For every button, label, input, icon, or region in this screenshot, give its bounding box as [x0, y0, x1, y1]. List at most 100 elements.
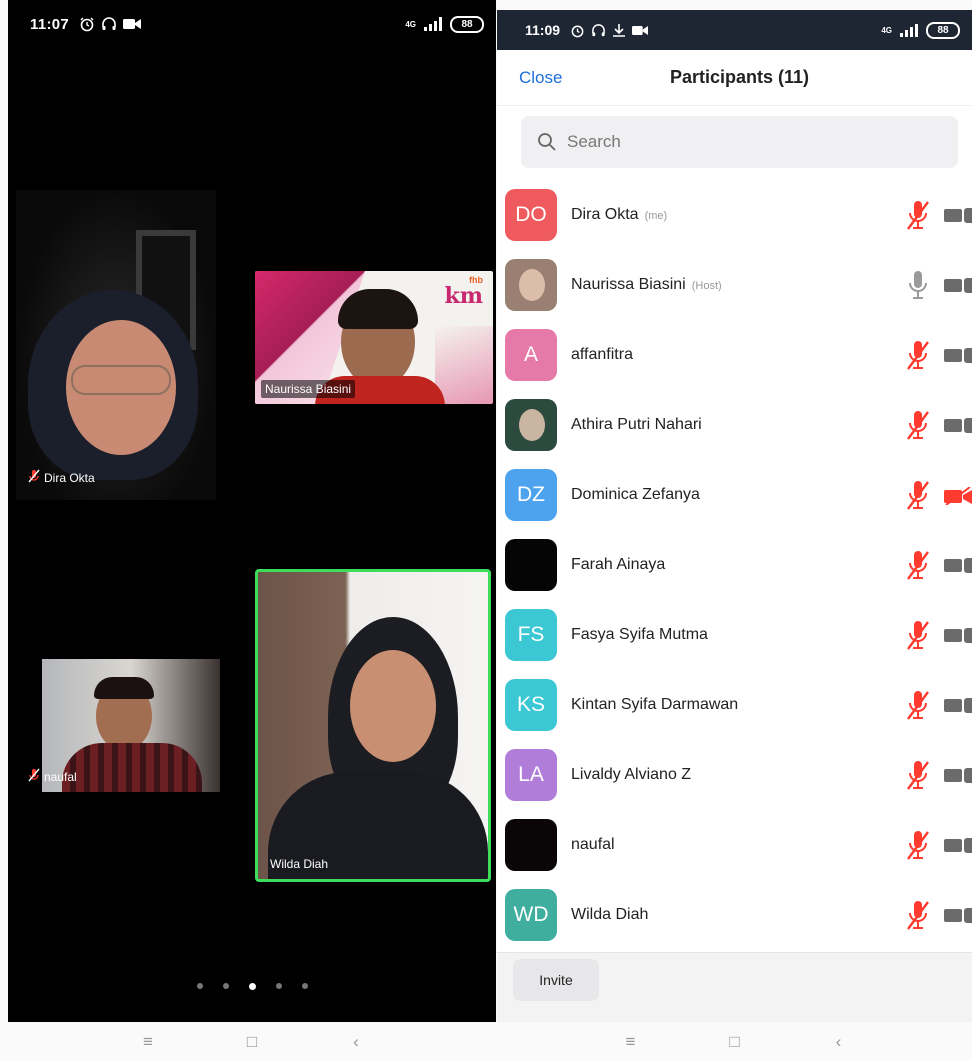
- page-dot-active[interactable]: [248, 983, 256, 990]
- camera-lens: [964, 558, 972, 573]
- participant-row[interactable]: Aaffanfitra: [497, 320, 972, 390]
- camera-body: [944, 839, 962, 852]
- mic-muted-icon[interactable]: [904, 479, 932, 511]
- mic-muted-icon[interactable]: [904, 619, 932, 651]
- mic-muted-icon[interactable]: [904, 689, 932, 721]
- video-off-icon[interactable]: [944, 347, 972, 363]
- headphones-icon: [592, 23, 605, 36]
- tile-name: Wilda Diah: [270, 857, 329, 871]
- video-off-icon[interactable]: [944, 627, 972, 643]
- participant-controls: [904, 810, 972, 880]
- tile-label-naufal: naufal: [24, 766, 81, 787]
- avatar-initials: DO: [515, 203, 547, 226]
- face-wilda: [350, 650, 436, 762]
- mic-muted-icon[interactable]: [904, 409, 932, 441]
- participant-row[interactable]: Naurissa Biasini (Host): [497, 250, 972, 320]
- participant-name: Farah Ainaya: [571, 556, 666, 573]
- video-off-icon[interactable]: [944, 207, 972, 223]
- participant-name: affanfitra: [571, 346, 633, 363]
- participant-name-group: Wilda Diah: [571, 906, 648, 924]
- camera-lens: [964, 908, 972, 923]
- avatar: DO: [505, 189, 557, 241]
- participant-controls: [904, 530, 972, 600]
- video-off-icon[interactable]: [944, 417, 972, 433]
- mic-muted-icon: [28, 469, 40, 486]
- mic-icon[interactable]: [904, 269, 932, 301]
- video-off-icon[interactable]: [944, 697, 972, 713]
- back-icon[interactable]: ‹: [344, 1032, 368, 1052]
- page-dot[interactable]: [196, 983, 203, 989]
- participant-row[interactable]: KS Kintan Syifa Darmawan: [497, 670, 972, 740]
- tile-label-wilda: Wilda Diah: [266, 855, 332, 873]
- search-bar[interactable]: [521, 116, 958, 168]
- mic-muted-icon[interactable]: [904, 759, 932, 791]
- participant-row[interactable]: naufal: [497, 810, 972, 880]
- close-button[interactable]: Close: [519, 68, 562, 88]
- network-type: 4G: [881, 25, 892, 35]
- menu-icon[interactable]: ≡: [136, 1032, 160, 1052]
- video-off-icon[interactable]: [944, 557, 972, 573]
- page-dot[interactable]: [301, 983, 308, 989]
- mic-muted-icon[interactable]: [904, 199, 932, 231]
- participant-row[interactable]: Farah Ainaya: [497, 530, 972, 600]
- page-dot[interactable]: [275, 983, 282, 989]
- alarm-icon: [571, 25, 584, 37]
- participant-name-group: Naurissa Biasini (Host): [571, 276, 722, 294]
- alarm-icon: [80, 17, 94, 32]
- participant-row[interactable]: Athira Putri Nahari: [497, 390, 972, 460]
- mic-muted-icon[interactable]: [904, 899, 932, 931]
- search-icon: [538, 133, 556, 151]
- video-muted-icon[interactable]: [944, 486, 972, 506]
- home-icon[interactable]: □: [723, 1032, 747, 1052]
- camera-lens: [964, 208, 972, 223]
- participant-row[interactable]: WD Wilda Diah: [497, 880, 972, 950]
- video-off-icon[interactable]: [944, 907, 972, 923]
- search-input[interactable]: [567, 132, 867, 152]
- participant-role-tag: (Host): [691, 280, 722, 292]
- avatar: [505, 259, 557, 311]
- page-indicator[interactable]: [8, 983, 496, 990]
- status-time: 11:07: [30, 15, 70, 33]
- participant-row[interactable]: FS Fasya Syifa Mutma: [497, 600, 972, 670]
- participant-controls: [904, 600, 972, 670]
- video-off-icon[interactable]: [944, 767, 972, 783]
- participant-row[interactable]: DO Dira Okta (me): [497, 180, 972, 250]
- mic-muted-icon[interactable]: [904, 549, 932, 581]
- participant-name-group: naufal: [571, 836, 615, 854]
- participant-row[interactable]: LA Livaldy Alviano Z: [497, 740, 972, 810]
- logo-text: km: [444, 283, 483, 309]
- invite-button[interactable]: Invite: [513, 959, 599, 1001]
- home-icon[interactable]: □: [240, 1032, 264, 1052]
- tile-name: Naurissa Biasini: [265, 382, 352, 396]
- tile-name: naufal: [44, 769, 77, 784]
- menu-icon[interactable]: ≡: [619, 1032, 643, 1052]
- participants-header: Close Participants (11): [497, 50, 972, 106]
- avatar-photo: [519, 409, 545, 441]
- tile-label-dira: Dira Okta: [24, 467, 99, 488]
- participant-name-group: affanfitra: [571, 346, 633, 364]
- participant-controls: [904, 460, 972, 530]
- page-dot[interactable]: [222, 983, 229, 989]
- video-off-icon[interactable]: [944, 277, 972, 293]
- video-tile-wilda-diah[interactable]: Wilda Diah: [255, 569, 491, 882]
- video-off-icon[interactable]: [944, 837, 972, 853]
- video-tile-naurissa-biasini[interactable]: fhb km Naurissa Biasini: [255, 271, 493, 404]
- participant-name: Athira Putri Nahari: [571, 416, 702, 433]
- camera-body: [944, 349, 962, 362]
- avatar-initials: WD: [513, 903, 549, 926]
- back-icon[interactable]: ‹: [827, 1032, 851, 1052]
- camera-lens: [964, 838, 972, 853]
- camera-body: [944, 559, 962, 572]
- avatar: [505, 399, 557, 451]
- participant-name: Naurissa Biasini: [571, 276, 686, 293]
- avatar: [505, 539, 557, 591]
- mic-muted-icon[interactable]: [904, 829, 932, 861]
- camera-lens: [964, 628, 972, 643]
- participant-name-group: Athira Putri Nahari: [571, 416, 702, 434]
- camera-body: [944, 699, 962, 712]
- page-title: Participants (11): [669, 67, 810, 87]
- video-tile-dira-okta[interactable]: Dira Okta: [16, 190, 216, 500]
- participant-row[interactable]: DZ Dominica Zefanya: [497, 460, 972, 530]
- camera-body: [944, 209, 962, 222]
- mic-muted-icon[interactable]: [904, 339, 932, 371]
